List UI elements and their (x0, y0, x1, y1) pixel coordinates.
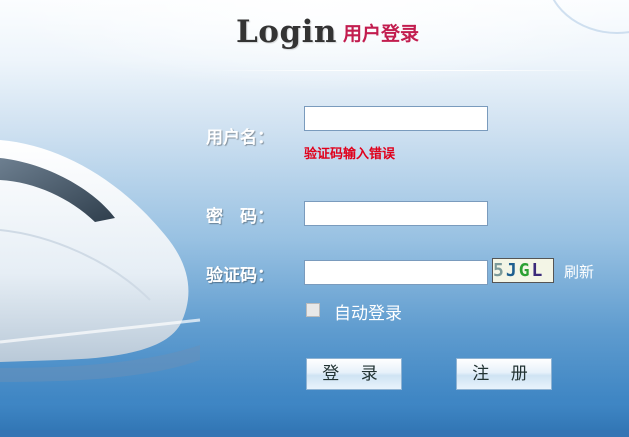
title-en: Login (236, 14, 337, 50)
captcha-input[interactable] (304, 260, 488, 285)
login-button[interactable]: 登 录 (306, 358, 402, 390)
captcha-char: 5 (493, 260, 506, 281)
refresh-link[interactable]: 刷新 (564, 261, 594, 282)
train-illustration (0, 140, 201, 382)
auto-login-checkbox[interactable] (306, 303, 320, 317)
page-title: Login 用户登录 (236, 14, 419, 50)
title-cn: 用户登录 (342, 23, 419, 45)
username-input[interactable] (304, 106, 488, 131)
captcha-image[interactable]: 5JGL (492, 258, 554, 283)
title-divider (205, 70, 605, 71)
captcha-char: G (518, 260, 532, 281)
password-label: 密 码： (206, 207, 274, 227)
captcha-char: J (505, 260, 519, 281)
bottom-line (0, 430, 629, 437)
register-button[interactable]: 注 册 (456, 358, 552, 390)
username-label: 用户名： (206, 128, 274, 148)
auto-login-label: 自动登录 (334, 304, 402, 324)
error-message: 验证码输入错误 (304, 147, 396, 162)
captcha-char: L (531, 260, 545, 281)
login-panel: Login 用户登录 用户名： 验证码输入错误 密 码： 验证码： 5JGL 刷… (0, 0, 629, 437)
captcha-label: 验证码： (206, 266, 274, 286)
password-input[interactable] (304, 201, 488, 226)
